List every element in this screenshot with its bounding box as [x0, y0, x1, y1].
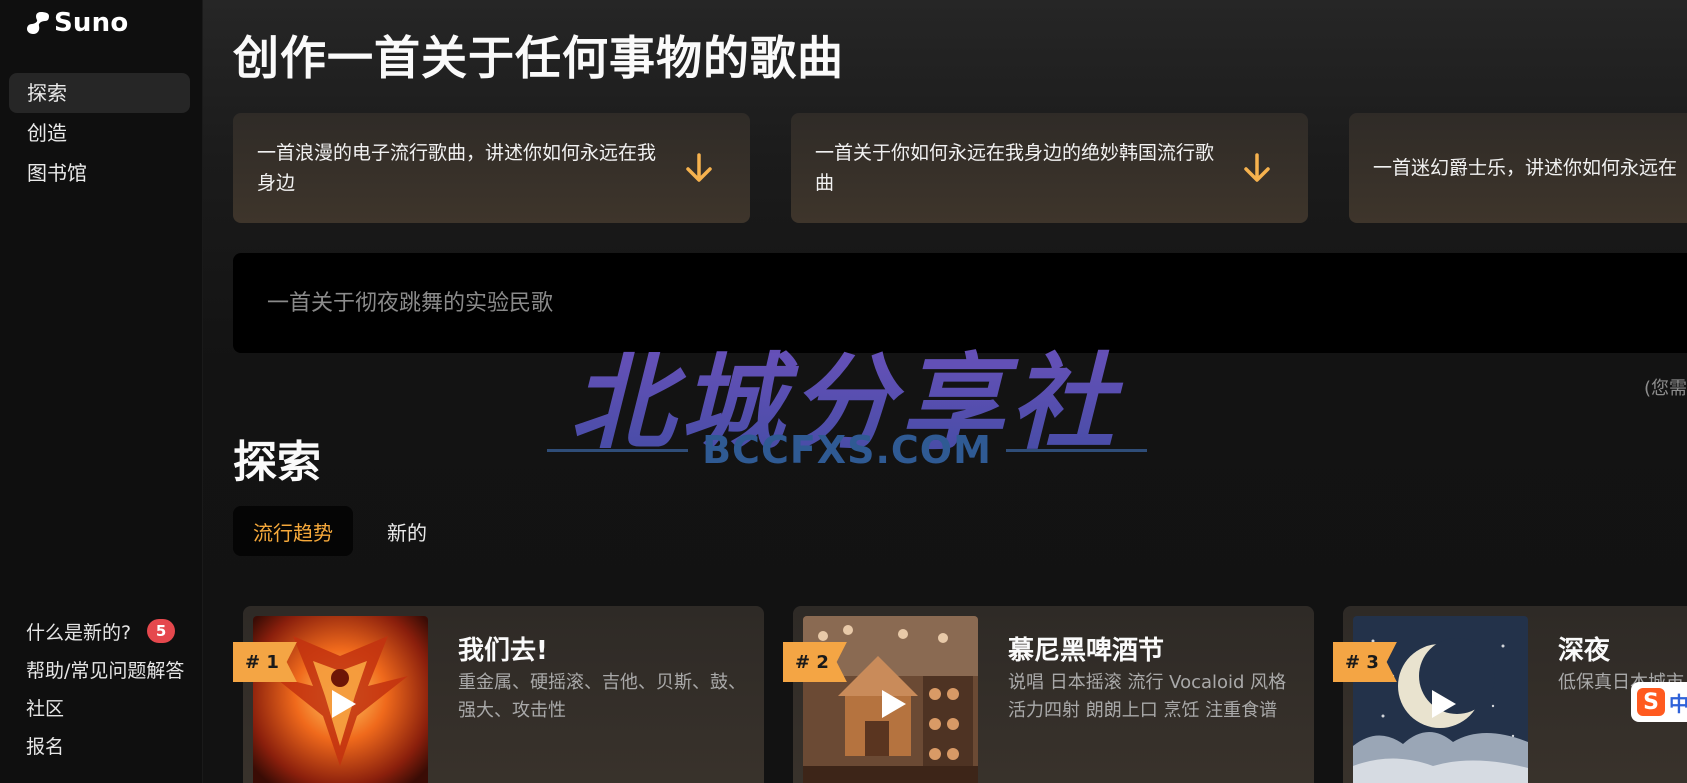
prompt-card-text: 一首关于你如何永远在我身边的绝妙韩国流行歌曲 — [815, 142, 1215, 194]
app-root: Suno 探索 创造 图书馆 什么是新的? 5 帮助/常见问题解答 社区 报名 … — [0, 0, 1687, 783]
ime-indicator[interactable]: S 中 — [1631, 682, 1687, 722]
song-title[interactable]: 深夜 — [1558, 630, 1610, 667]
arrow-down-icon — [686, 153, 712, 182]
suno-logo[interactable]: Suno — [26, 8, 128, 38]
app-name: Suno — [54, 8, 129, 38]
input-hint: (您需 — [1643, 378, 1687, 399]
song-cover — [803, 616, 978, 783]
sidebar-nav: 探索 创造 图书馆 — [9, 73, 190, 193]
suno-logo-icon — [27, 12, 49, 34]
sidebar-item-create[interactable]: 创造 — [9, 113, 190, 153]
prompt-input-box — [233, 253, 1687, 353]
sidebar-footer: 什么是新的? 5 帮助/常见问题解答 社区 报名 — [26, 612, 184, 764]
tab-new[interactable]: 新的 — [367, 506, 447, 556]
play-icon[interactable] — [322, 684, 362, 724]
prompt-card[interactable]: 一首关于你如何永远在我身边的绝妙韩国流行歌曲 — [791, 113, 1308, 223]
sidebar-item-explore[interactable]: 探索 — [9, 73, 190, 113]
explore-tabs: 流行趋势 新的 — [233, 506, 447, 556]
sidebar-item-library[interactable]: 图书馆 — [9, 153, 190, 193]
song-cover — [253, 616, 428, 783]
play-icon[interactable] — [1422, 684, 1462, 724]
song-cover — [1353, 616, 1528, 783]
song-title[interactable]: 慕尼黑啤酒节 — [1008, 630, 1164, 667]
community-link[interactable]: 社区 — [26, 688, 184, 726]
arrow-down-icon — [1244, 153, 1270, 182]
prompt-card-text: 一首浪漫的电子流行歌曲，讲述你如何永远在我身边 — [257, 142, 657, 194]
whats-new-link[interactable]: 什么是新的? 5 — [26, 612, 184, 650]
song-card[interactable]: # 1 我们去! 重金属、硬摇滚、吉他、贝斯、鼓、强大、攻击性 — [233, 606, 764, 783]
sidebar: Suno 探索 创造 图书馆 什么是新的? 5 帮助/常见问题解答 社区 报名 — [0, 0, 203, 783]
main-content: 创作一首关于任何事物的歌曲 一首浪漫的电子流行歌曲，讲述你如何永远在我身边 一首… — [203, 0, 1687, 783]
help-link[interactable]: 帮助/常见问题解答 — [26, 650, 184, 688]
sogou-logo-icon: S — [1637, 688, 1665, 716]
song-tags: 重金属、硬摇滚、吉他、贝斯、鼓、强大、攻击性 — [458, 672, 746, 721]
prompt-card[interactable]: 一首浪漫的电子流行歌曲，讲述你如何永远在我身边 — [233, 113, 750, 223]
whats-new-label: 什么是新的? — [26, 621, 132, 644]
whats-new-badge: 5 — [147, 619, 176, 643]
song-tags: 说唱 日本摇滚 流行 Vocaloid 风格 活力四射 朗朗上口 烹饪 注重食谱 — [1008, 672, 1287, 721]
hero-title: 创作一首关于任何事物的歌曲 — [233, 31, 844, 85]
play-icon[interactable] — [872, 684, 912, 724]
explore-title: 探索 — [233, 437, 321, 488]
song-card[interactable]: # 2 慕尼黑啤酒节 说唱 日本摇滚 流行 Vocaloid 风格 活力四射 朗… — [783, 606, 1314, 783]
song-title[interactable]: 我们去! — [458, 630, 548, 667]
song-prompt-input[interactable] — [233, 253, 1687, 353]
prompt-card[interactable]: 一首迷幻爵士乐，讲述你如何永远在 — [1349, 113, 1687, 223]
prompt-card-text: 一首迷幻爵士乐，讲述你如何永远在 — [1373, 157, 1678, 179]
signup-link[interactable]: 报名 — [26, 726, 184, 764]
tab-trending[interactable]: 流行趋势 — [233, 506, 353, 556]
ime-mode: 中 — [1669, 691, 1687, 716]
